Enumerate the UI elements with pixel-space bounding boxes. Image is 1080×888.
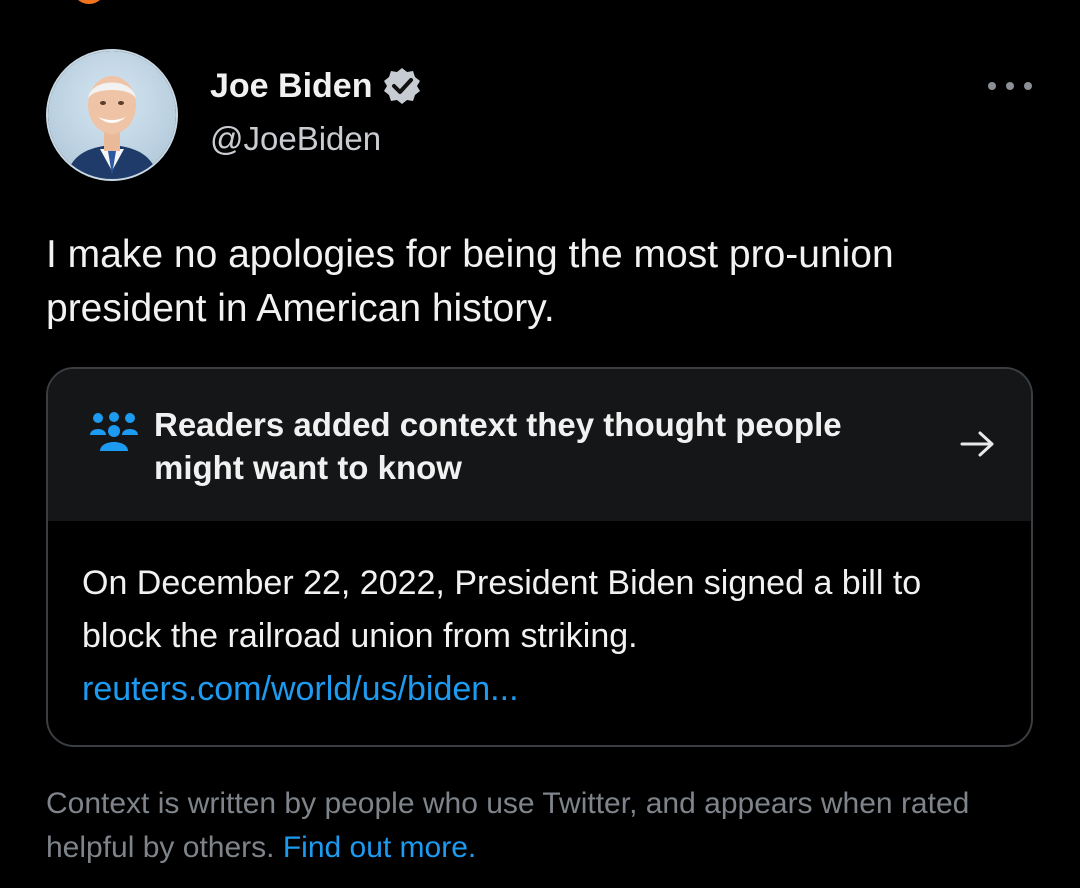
decorative-edge <box>72 0 106 4</box>
avatar-photo <box>48 51 176 179</box>
verified-badge-icon <box>384 68 421 104</box>
dot <box>1024 82 1032 90</box>
note-header[interactable]: Readers added context they thought peopl… <box>48 369 1031 521</box>
author-display-name[interactable]: Joe Biden <box>210 67 372 106</box>
dot <box>1006 82 1014 90</box>
community-note-card[interactable]: Readers added context they thought peopl… <box>46 367 1033 747</box>
note-title: Readers added context they thought peopl… <box>154 406 842 486</box>
author-handle[interactable]: @JoeBiden <box>210 120 381 158</box>
author-name-row[interactable]: Joe Biden <box>210 66 422 106</box>
more-options-icon[interactable] <box>988 78 1032 94</box>
note-body: On December 22, 2022, President Biden si… <box>82 557 1002 716</box>
arrow-right-icon[interactable] <box>958 429 998 459</box>
tweet-text: I make no apologies for being the most p… <box>46 233 894 330</box>
note-footer: Context is written by people who use Twi… <box>46 782 1036 870</box>
avatar[interactable] <box>46 49 178 181</box>
dot <box>988 82 996 90</box>
find-out-more-link[interactable]: Find out more. <box>283 831 476 864</box>
note-body-text: On December 22, 2022, President Biden si… <box>82 564 922 655</box>
footer-text: Context is written by people who use Twi… <box>46 787 970 864</box>
note-source-link[interactable]: reuters.com/world/us/biden... <box>82 663 1002 716</box>
readers-icon <box>90 412 138 451</box>
